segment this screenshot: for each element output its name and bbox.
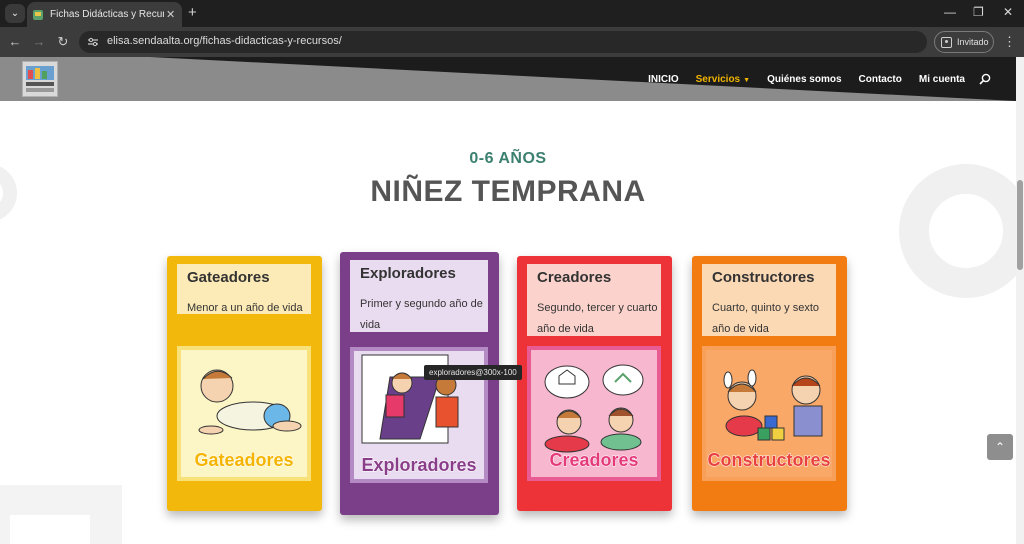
card-name: Creadores	[537, 269, 612, 286]
reload-icon[interactable]: ↻	[54, 33, 72, 51]
forward-icon[interactable]: →	[30, 33, 48, 51]
back-to-top-button[interactable]: ⌃	[987, 434, 1013, 460]
site-favicon-icon	[33, 9, 43, 20]
card-exploradores[interactable]: Exploradores Primer y segundo año de vid…	[340, 252, 499, 515]
card-name: Exploradores	[360, 265, 456, 282]
card-illustration[interactable]: Gateadores	[177, 346, 311, 481]
section-heading: NIÑEZ TEMPRANA	[370, 175, 646, 208]
illustration-label: Exploradores	[361, 455, 477, 476]
illustration-label: Constructores	[707, 450, 831, 471]
main-nav: INICIO Servicios ▼ Quiénes somos Contacto…	[631, 73, 991, 85]
nav-item-servicios[interactable]: Servicios ▼	[696, 74, 750, 85]
logo-icon	[26, 66, 54, 92]
more-menu-icon[interactable]: ⋮	[1003, 34, 1016, 50]
browser-tab[interactable]: Fichas Didácticas y Recursos | E ✕	[27, 2, 182, 27]
page-scrollbar-thumb[interactable]	[1017, 180, 1023, 270]
card-constructores[interactable]: Constructores Cuarto, quinto y sexto año…	[692, 256, 847, 511]
page-scrollbar-track[interactable]	[1016, 57, 1024, 544]
card-name: Gateadores	[187, 269, 270, 286]
card-name: Constructores	[712, 269, 815, 286]
back-icon[interactable]: ←	[6, 33, 24, 51]
card-illustration[interactable]: Constructores	[702, 346, 836, 481]
card-description: Cuarto, quinto y sexto año de vida	[712, 302, 820, 335]
search-icon[interactable]	[979, 73, 991, 85]
card-description: Segundo, tercer y cuarto año de vida	[537, 302, 658, 335]
address-bar[interactable]: elisa.sendaalta.org/fichas-didacticas-y-…	[79, 31, 927, 53]
nav-item-quienes-somos[interactable]: Quiénes somos	[767, 74, 841, 85]
card-title-box: Creadores Segundo, tercer y cuarto año d…	[527, 264, 661, 336]
browser-tab-bar: ⌄ Fichas Didácticas y Recursos | E ✕ + —…	[0, 0, 1024, 27]
restore-button[interactable]: ❐	[973, 5, 984, 19]
card-title-box: Constructores Cuarto, quinto y sexto año…	[702, 264, 836, 336]
guest-profile-icon	[941, 36, 952, 48]
tab-search-button[interactable]: ⌄	[5, 4, 25, 23]
illustration-label: Gateadores	[194, 450, 294, 471]
card-title-box: Gateadores Menor a un año de vida	[177, 264, 311, 314]
profile-button[interactable]: Invitado	[934, 31, 994, 53]
site-header: INICIO Servicios ▼ Quiénes somos Contacto…	[0, 57, 1016, 101]
card-gateadores[interactable]: Gateadores Menor a un año de vida Gatead…	[167, 256, 322, 511]
card-description: Primer y segundo año de vida	[360, 298, 483, 331]
site-settings-icon[interactable]	[87, 36, 99, 48]
site-logo[interactable]	[22, 61, 58, 97]
card-description: Menor a un año de vida	[187, 302, 303, 314]
nav-item-mi-cuenta[interactable]: Mi cuenta	[919, 74, 965, 85]
close-window-button[interactable]: ✕	[1003, 5, 1013, 19]
nav-item-label: Servicios	[695, 73, 741, 85]
nav-item-inicio[interactable]: INICIO	[648, 74, 679, 85]
minimize-button[interactable]: —	[944, 5, 956, 19]
profile-label: Invitado	[957, 37, 989, 47]
main-content: 0-6 AÑOS NIÑEZ TEMPRANA Gateadores Menor…	[0, 101, 1016, 544]
nav-item-contacto[interactable]: Contacto	[859, 74, 902, 85]
card-creadores[interactable]: Creadores Segundo, tercer y cuarto año d…	[517, 256, 672, 511]
image-tooltip: exploradores@300x-100	[424, 365, 522, 380]
tab-close-icon[interactable]: ✕	[166, 8, 175, 21]
chevron-down-icon: ▼	[743, 76, 751, 84]
tab-title: Fichas Didácticas y Recursos | E	[50, 9, 164, 20]
card-title-box: Exploradores Primer y segundo año de vid…	[350, 260, 488, 332]
browser-toolbar: ← → ↻ elisa.sendaalta.org/fichas-didacti…	[0, 27, 1024, 57]
card-illustration[interactable]: Creadores	[527, 346, 661, 481]
illustration-label: Creadores	[549, 450, 639, 471]
section-kicker: 0-6 AÑOS	[469, 150, 547, 167]
new-tab-button[interactable]: +	[188, 4, 197, 22]
url-text: elisa.sendaalta.org/fichas-didacticas-y-…	[107, 35, 342, 47]
chevron-up-icon: ⌃	[994, 440, 1006, 454]
chevron-down-icon: ⌄	[10, 8, 20, 19]
